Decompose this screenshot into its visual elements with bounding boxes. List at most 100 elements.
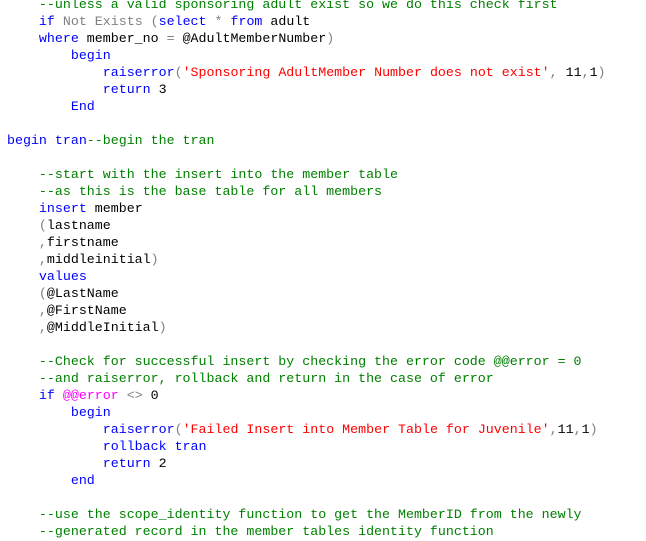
code-line[interactable]: if @@error <> 0 — [7, 387, 606, 404]
identifier-token — [7, 439, 103, 454]
operator-token: ( — [174, 422, 183, 437]
code-line[interactable]: --unless a valid sponsoring adult exist … — [7, 0, 606, 13]
identifier-token: 11 — [557, 422, 574, 437]
code-line[interactable]: ,firstname — [7, 234, 606, 251]
operator-token: , — [549, 422, 558, 437]
keyword-token: values — [38, 269, 87, 284]
code-line[interactable]: --as this is the base table for all memb… — [7, 183, 606, 200]
identifier-token: @LastName — [46, 286, 119, 301]
identifier-token: firstname — [46, 235, 119, 250]
identifier-token — [7, 286, 39, 301]
identifier-token: 1 — [581, 422, 590, 437]
code-line[interactable] — [7, 336, 606, 353]
identifier-token: member — [86, 201, 143, 216]
code-line[interactable]: ,@MiddleInitial) — [7, 319, 606, 336]
identifier-token — [7, 456, 103, 471]
identifier-token — [7, 422, 103, 437]
code-line[interactable]: return 2 — [7, 455, 606, 472]
identifier-token — [7, 371, 39, 386]
identifier-token — [7, 388, 39, 403]
operator-token: ) — [326, 31, 335, 46]
code-line[interactable]: return 3 — [7, 81, 606, 98]
identifier-token — [7, 303, 39, 318]
operator-token: Not Exists ( — [62, 14, 159, 29]
code-line[interactable]: rollback tran — [7, 438, 606, 455]
code-line[interactable]: values — [7, 268, 606, 285]
identifier-token — [7, 507, 39, 522]
keyword-token: return — [102, 82, 151, 97]
operator-token: , — [38, 235, 47, 250]
code-line[interactable] — [7, 489, 606, 506]
code-line[interactable]: if Not Exists (select * from adult — [7, 13, 606, 30]
code-line[interactable]: --use the scope_identity function to get… — [7, 506, 606, 523]
code-line[interactable]: raiserror('Failed Insert into Member Tab… — [7, 421, 606, 438]
operator-token: * — [214, 14, 223, 29]
string-literal-token: 'Failed Insert into Member Table for Juv… — [182, 422, 550, 437]
comment-token: --Check for successful insert by checkin… — [38, 354, 582, 369]
identifier-token — [7, 65, 103, 80]
comment-token: --generated record in the member tables … — [38, 524, 494, 539]
identifier-token — [7, 184, 39, 199]
identifier-token: @FirstName — [46, 303, 127, 318]
keyword-token: select — [158, 14, 207, 29]
operator-token: ( — [38, 218, 47, 233]
code-line[interactable]: insert member — [7, 200, 606, 217]
identifier-token: 0 — [142, 388, 159, 403]
keyword-token: where — [38, 31, 79, 46]
identifier-token — [7, 82, 103, 97]
identifier-token: adult — [262, 14, 311, 29]
code-line[interactable]: End — [7, 98, 606, 115]
identifier-token — [7, 99, 71, 114]
code-line[interactable]: (@LastName — [7, 285, 606, 302]
operator-token: , — [549, 65, 558, 80]
keyword-token: begin — [70, 405, 111, 420]
identifier-token — [7, 167, 39, 182]
keyword-token: insert — [38, 201, 87, 216]
keyword-token: begin — [70, 48, 111, 63]
code-line[interactable]: --start with the insert into the member … — [7, 166, 606, 183]
code-line[interactable] — [7, 115, 606, 132]
code-line[interactable]: raiserror('Sponsoring AdultMember Number… — [7, 64, 606, 81]
code-line[interactable]: --generated record in the member tables … — [7, 523, 606, 540]
code-line[interactable]: begin tran--begin the tran — [7, 132, 606, 149]
operator-token: ) — [597, 65, 606, 80]
operator-token: , — [38, 320, 47, 335]
identifier-token — [7, 252, 39, 267]
code-line[interactable]: begin — [7, 47, 606, 64]
system-variable-token: @@error — [62, 388, 119, 403]
operator-token: = — [166, 31, 175, 46]
operator-token: , — [581, 65, 590, 80]
keyword-token: rollback tran — [102, 439, 207, 454]
code-line[interactable]: --and raiserror, rollback and return in … — [7, 370, 606, 387]
keyword-token: raiserror — [102, 422, 175, 437]
operator-token: ( — [38, 286, 47, 301]
comment-token: --use the scope_identity function to get… — [38, 507, 582, 522]
operator-token: ) — [158, 320, 167, 335]
code-line[interactable]: ,@FirstName — [7, 302, 606, 319]
identifier-token — [7, 201, 39, 216]
code-line[interactable] — [7, 149, 606, 166]
keyword-token: return — [102, 456, 151, 471]
identifier-token: 2 — [150, 456, 167, 471]
sql-code-editor[interactable]: --unless a valid sponsoring adult exist … — [7, 0, 606, 540]
keyword-token: if — [38, 388, 55, 403]
operator-token: ( — [174, 65, 183, 80]
operator-token: ) — [150, 252, 159, 267]
identifier-token — [7, 14, 39, 29]
code-line[interactable]: where member_no = @AdultMemberNumber) — [7, 30, 606, 47]
identifier-token — [7, 218, 39, 233]
identifier-token — [7, 524, 39, 539]
identifier-token — [7, 473, 71, 488]
code-line[interactable]: begin — [7, 404, 606, 421]
identifier-token: 11 — [557, 65, 582, 80]
code-line[interactable]: end — [7, 472, 606, 489]
identifier-token — [7, 269, 39, 284]
code-line[interactable]: (lastname — [7, 217, 606, 234]
identifier-token — [7, 48, 71, 63]
code-line[interactable]: --Check for successful insert by checkin… — [7, 353, 606, 370]
keyword-token: End — [70, 99, 95, 114]
code-line[interactable]: ,middleinitial) — [7, 251, 606, 268]
identifier-token: @AdultMemberNumber — [174, 31, 327, 46]
comment-token: --begin the tran — [86, 133, 215, 148]
comment-token: --as this is the base table for all memb… — [38, 184, 383, 199]
